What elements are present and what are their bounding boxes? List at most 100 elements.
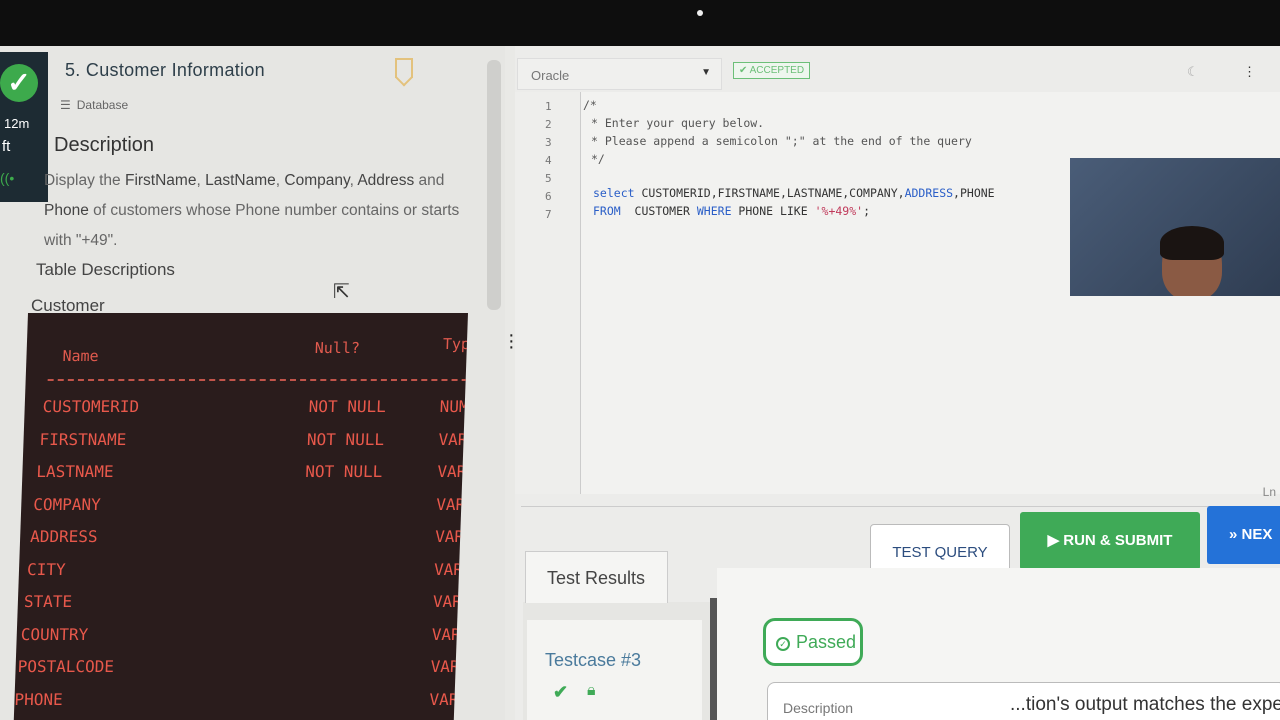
resize-handle-icon[interactable]: · · · <box>508 325 515 357</box>
category-label: ☰ Database <box>60 98 128 112</box>
schema-header-null: Null? <box>314 339 361 357</box>
play-icon: ▶ <box>1047 532 1064 549</box>
bookmark-icon[interactable] <box>395 58 413 78</box>
cursor-position: Ln <box>1262 485 1276 499</box>
sql-text: ,PHONE <box>953 186 995 200</box>
sql-keyword: select <box>593 186 635 200</box>
testcase-item[interactable]: Testcase #3 <box>545 650 641 671</box>
results-divider <box>710 598 717 720</box>
code-line-6: select CUSTOMERID,FIRSTNAME,LASTNAME,COM… <box>593 186 995 200</box>
line-number: 7 <box>545 208 552 221</box>
description-box-text: ...tion's output matches the expec <box>1010 694 1280 715</box>
schema-col-name: PHONE <box>14 689 64 709</box>
schema-col-null: NOT NULL <box>304 462 383 481</box>
editor-toolbar: Oracle ▼ ✔ ACCEPTED ☾ ⋮ <box>515 54 1280 94</box>
completed-check-icon: ✓ <box>0 64 38 102</box>
sql-text: ; <box>863 204 870 218</box>
list-icon: ☰ <box>60 98 71 112</box>
schema-separator <box>47 379 468 381</box>
desc-field-firstname: FirstName <box>124 172 197 189</box>
database-select[interactable]: Oracle ▼ <box>517 58 722 90</box>
schema-header-name: Name <box>62 347 99 365</box>
code-editor[interactable]: 1 2 3 4 5 6 7 /* * Enter your query belo… <box>515 92 1280 494</box>
schema-col-name: COUNTRY <box>20 624 89 644</box>
more-options-icon[interactable]: ⋮ <box>1243 64 1256 80</box>
schema-row: LASTNAME NOT NULL VAR <box>22 462 467 492</box>
schema-table: Name Null? Typ CUSTOMERID NOT NULL NUM FIRS… <box>13 313 468 720</box>
schema-row: STATE VAR <box>17 592 463 622</box>
schema-col-null: NOT NULL <box>306 429 385 449</box>
schema-col-name: CITY <box>26 559 66 579</box>
desc-field-phone: Phone <box>44 202 89 219</box>
webcam-preview <box>1070 158 1280 296</box>
double-chevron-right-icon: » <box>1229 526 1242 543</box>
camera-indicator <box>697 10 703 16</box>
line-number: 2 <box>545 118 552 131</box>
status-badge: ✔ ACCEPTED <box>733 62 811 79</box>
side-nav: ✓ 12m ft ((• <box>0 52 48 202</box>
theme-icon[interactable]: ☾ <box>1187 64 1199 80</box>
timer: 12m <box>4 116 30 131</box>
desc-field-company: Company <box>284 172 350 189</box>
line-number: 1 <box>545 100 552 113</box>
description-heading: Description <box>54 134 155 156</box>
schema-col-name: POSTALCODE <box>17 657 115 676</box>
schema-col-type: VAR <box>432 592 463 611</box>
tab-test-results[interactable]: Test Results <box>525 551 668 603</box>
panel-scrollbar[interactable] <box>487 60 501 310</box>
check-icon: ✔ <box>553 682 569 702</box>
line-gutter: 1 2 3 4 5 6 7 <box>515 92 581 494</box>
sql-keyword: WHERE <box>696 204 732 218</box>
description-box-label: Description <box>783 700 854 716</box>
run-submit-label: RUN & SUBMIT <box>1063 532 1173 549</box>
desc-part: , <box>196 172 206 189</box>
code-line-1: /* <box>583 98 597 112</box>
wifi-icon: ((• <box>0 170 15 186</box>
table-descriptions-heading: Table Descriptions <box>36 260 175 279</box>
code-line-4: */ <box>591 152 605 166</box>
schema-col-name: ADDRESS <box>29 527 98 546</box>
sql-text: CUSTOMERID,FIRSTNAME,LASTNAME,COMPANY, <box>634 186 905 200</box>
question-title: 5. Customer Information <box>65 60 265 80</box>
schema-col-type: VAR <box>434 527 465 546</box>
run-submit-button[interactable]: ▶ RUN & SUBMIT <box>1020 512 1200 570</box>
category-text: Database <box>76 98 129 112</box>
code-line-3: * Please append a semicolon ";" at the e… <box>591 134 972 148</box>
schema-col-type: VAR <box>438 429 468 449</box>
schema-col-type: VAR <box>431 624 462 644</box>
schema-row: FIRSTNAME NOT NULL VAR <box>23 429 468 460</box>
desc-part: of customers whose Phone number contains… <box>44 202 460 249</box>
sql-keyword: FROM <box>593 204 621 218</box>
schema-row: COUNTRY VAR <box>16 624 461 655</box>
database-select-value: Oracle <box>531 68 570 83</box>
next-button[interactable]: » NEX <box>1207 506 1280 564</box>
status-badge-text: ACCEPTED <box>749 65 805 76</box>
desc-field-address: Address <box>357 172 415 189</box>
chevron-down-icon: ▼ <box>701 67 711 78</box>
desc-part: Display the <box>44 172 125 189</box>
webcam-person-hair <box>1160 226 1224 260</box>
line-number: 6 <box>545 190 552 203</box>
question-panel: ✓ 12m ft ((• 5. Customer Information ☰ Da… <box>0 46 515 720</box>
schema-col-null: NOT NULL <box>308 397 387 416</box>
mouse-cursor-icon: ⇱ <box>333 281 350 303</box>
screen-bezel <box>0 0 1280 46</box>
check-circle-icon: ✓ <box>776 637 790 651</box>
schema-row: CITY VAR <box>18 559 464 590</box>
schema-row: POSTALCODE VAR <box>15 657 460 687</box>
sql-text: PHONE LIKE <box>731 204 815 218</box>
line-number: 5 <box>545 172 552 185</box>
screen: ✓ 12m ft ((• 5. Customer Information ☰ Da… <box>0 46 1280 720</box>
desc-part: and <box>414 172 445 189</box>
code-line-2: * Enter your query below. <box>591 116 765 130</box>
schema-col-type: VAR <box>435 494 466 514</box>
sql-text: CUSTOMER <box>620 204 697 218</box>
lock-icon: 🔒︎ <box>587 682 596 699</box>
line-number: 3 <box>545 136 552 149</box>
schema-col-name: CUSTOMERID <box>42 397 140 416</box>
schema-col-name: FIRSTNAME <box>39 429 127 449</box>
schema-row: PHONE VAR <box>14 689 459 720</box>
time-left-label: ft <box>2 138 11 155</box>
schema-col-type: VAR <box>433 559 464 579</box>
code-line-7: FROM CUSTOMER WHERE PHONE LIKE '%+49%'; <box>593 204 870 218</box>
